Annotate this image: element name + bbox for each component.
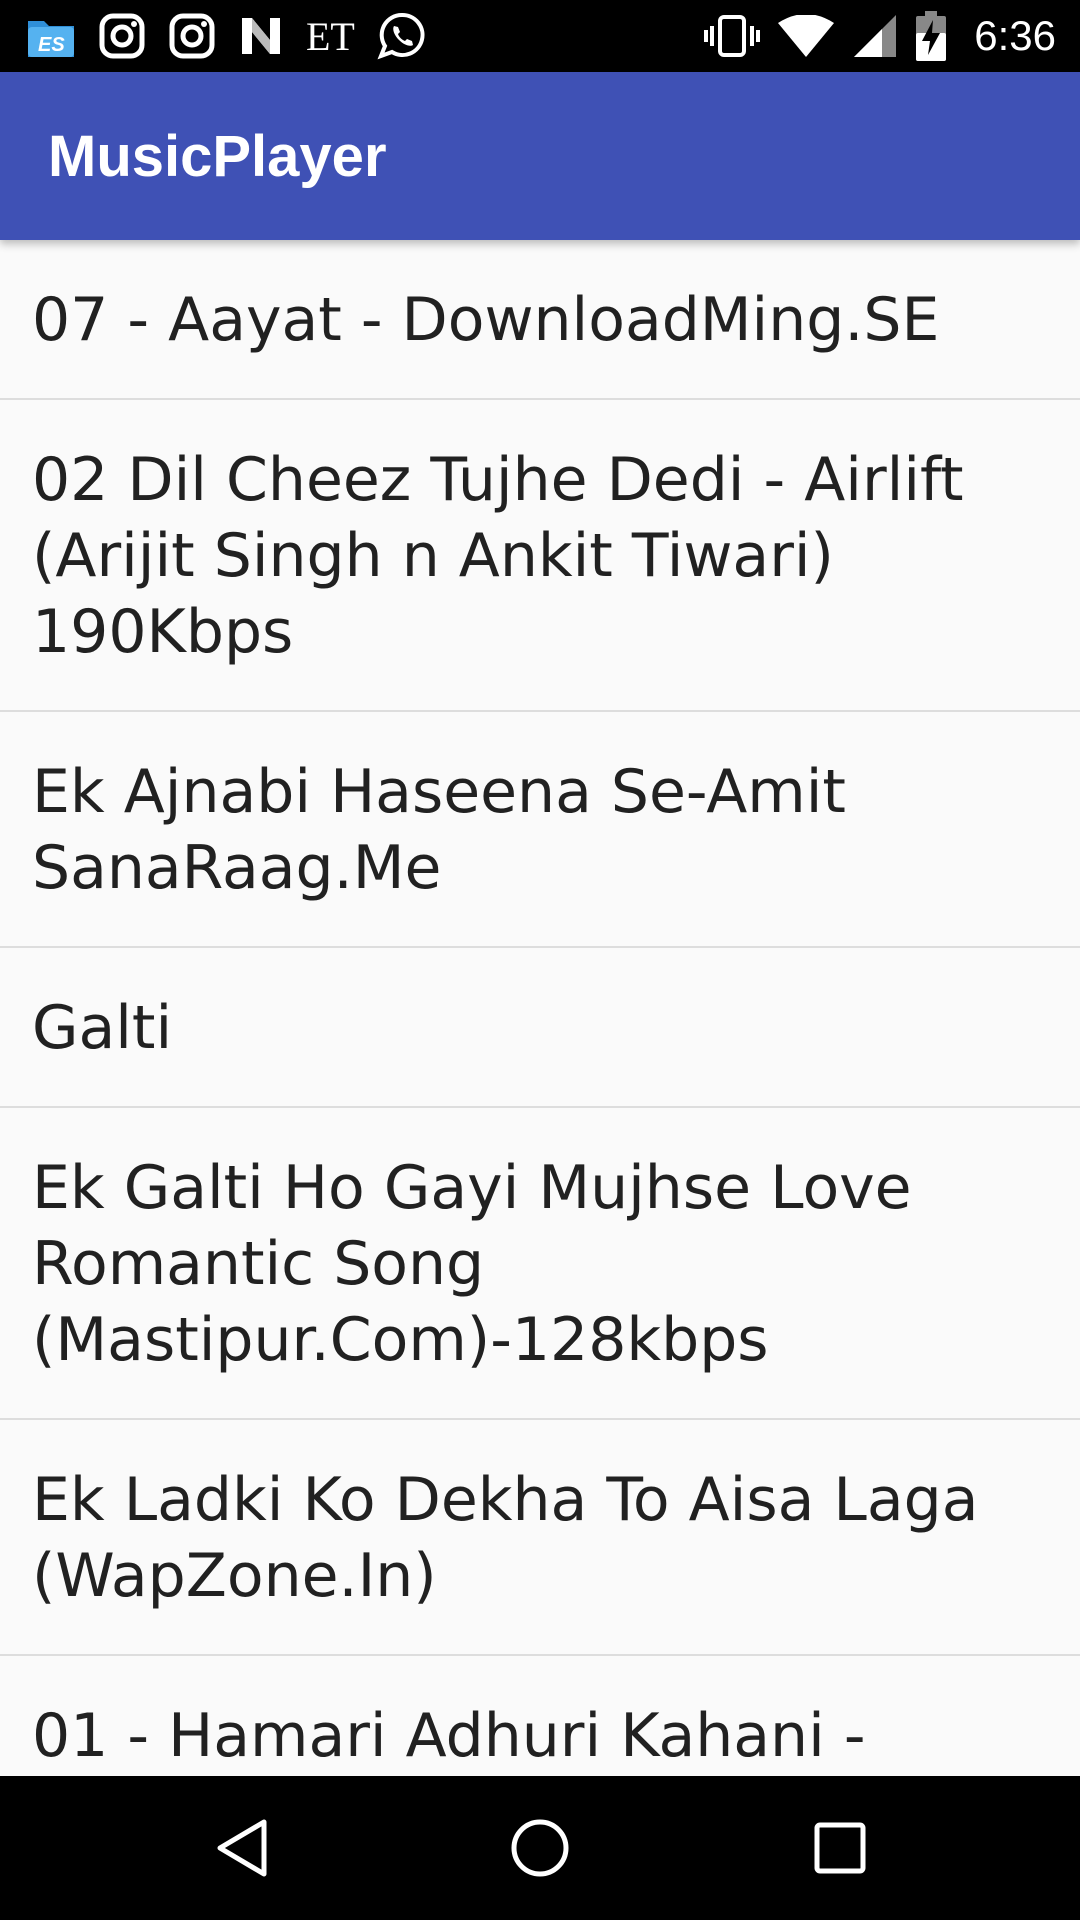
song-item[interactable]: Ek Galti Ho Gayi Mujhse Love Romantic So… <box>0 1108 1080 1420</box>
vibrate-icon <box>704 13 761 59</box>
song-item[interactable]: Ek Ajnabi Haseena Se-Amit SanaRaag.Me <box>0 712 1080 948</box>
battery-charging-icon <box>916 11 947 61</box>
song-item[interactable]: 07 - Aayat - DownloadMing.SE <box>0 240 1080 400</box>
svg-text:ES: ES <box>38 34 65 56</box>
status-bar: ES ET 6:36 <box>0 0 1080 72</box>
app-title: MusicPlayer <box>48 124 387 189</box>
et-icon: ET <box>306 13 355 59</box>
whatsapp-icon <box>377 11 427 61</box>
song-item[interactable]: 02 Dil Cheez Tujhe Dedi - Airlift (Ariji… <box>0 400 1080 712</box>
signal-icon <box>852 13 898 59</box>
app-bar: MusicPlayer <box>0 72 1080 240</box>
back-icon <box>214 1818 270 1878</box>
system-icons: 6:36 <box>704 10 1056 62</box>
song-item[interactable]: Ek Ladki Ko Dekha To Aisa Laga (WapZone.… <box>0 1420 1080 1656</box>
instagram-icon <box>168 12 216 60</box>
home-icon <box>509 1817 571 1879</box>
song-item[interactable]: Galti <box>0 948 1080 1108</box>
back-button[interactable] <box>206 1812 278 1884</box>
recents-icon <box>813 1821 867 1875</box>
instagram-icon <box>98 12 146 60</box>
clock: 6:36 <box>974 12 1056 59</box>
news-n-icon <box>238 14 284 58</box>
song-list[interactable]: 07 - Aayat - DownloadMing.SE 02 Dil Chee… <box>0 240 1080 1776</box>
notification-icons: ES ET <box>26 10 427 62</box>
wifi-icon <box>778 15 835 57</box>
recents-button[interactable] <box>804 1812 876 1884</box>
song-item[interactable]: 01 - Hamari Adhuri Kahani - DownloadMing… <box>0 1656 1080 1776</box>
home-button[interactable] <box>504 1812 576 1884</box>
navigation-bar <box>0 1776 1080 1920</box>
file-explorer-icon: ES <box>26 13 76 59</box>
